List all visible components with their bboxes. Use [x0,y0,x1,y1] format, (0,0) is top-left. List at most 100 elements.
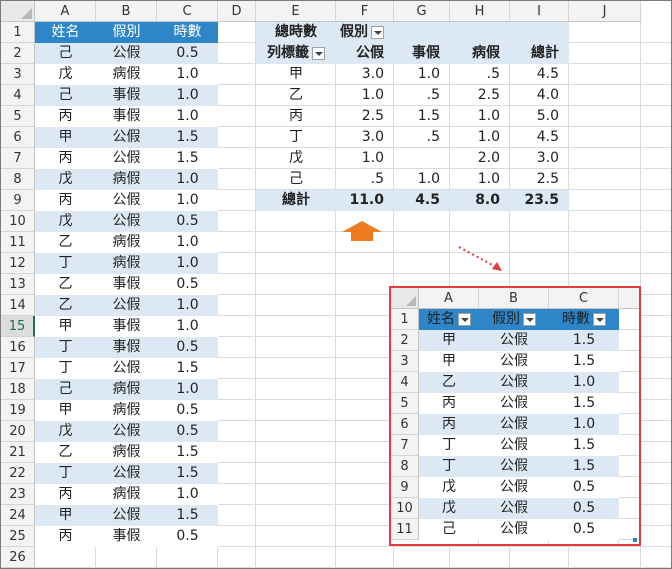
pivot-column-header[interactable]: 事假 [394,43,450,64]
inner-table-data-cell[interactable]: 1.5 [549,435,619,456]
source-data-cell[interactable]: 公假 [96,148,157,169]
source-data-cell[interactable]: 己 [35,85,96,106]
source-data-cell[interactable]: 事假 [96,274,157,295]
row-header-2[interactable]: 2 [1,43,35,64]
inner-table-data-cell[interactable]: 公假 [479,519,549,540]
source-header-cell[interactable]: 姓名 [35,22,96,43]
inner-table-data-cell[interactable]: 丁 [419,435,479,456]
source-data-cell[interactable]: 丙 [35,106,96,127]
source-data-cell[interactable]: 事假 [96,85,157,106]
source-data-cell[interactable]: 1.5 [157,463,218,484]
source-data-cell[interactable]: 0.5 [157,337,218,358]
row-header-5[interactable]: 5 [1,106,35,127]
inner-row-header-5[interactable]: 5 [391,393,419,414]
source-data-cell[interactable]: 丁 [35,358,96,379]
source-data-cell[interactable]: 甲 [35,316,96,337]
pivot-column-header[interactable]: 病假 [450,43,510,64]
pivot-value-cell[interactable]: 2.5 [450,85,510,106]
source-data-cell[interactable]: 己 [35,379,96,400]
pivot-row-label[interactable]: 丙 [256,106,336,127]
pivot-row-label[interactable]: 戊 [256,148,336,169]
pivot-row-field[interactable]: 列標籤 [256,43,336,64]
source-data-cell[interactable]: 病假 [96,64,157,85]
pivot-row-label[interactable]: 甲 [256,64,336,85]
row-header-19[interactable]: 19 [1,400,35,421]
inner-table-data-cell[interactable]: 0.5 [549,477,619,498]
source-data-cell[interactable]: 甲 [35,127,96,148]
pivot-value-cell[interactable]: 1.0 [394,64,450,85]
source-data-cell[interactable]: 0.5 [157,400,218,421]
source-data-cell[interactable]: 1.0 [157,190,218,211]
inner-column-header-a[interactable]: A [419,288,479,309]
pivot-value-cell[interactable]: 1.0 [336,85,394,106]
source-data-cell[interactable]: 病假 [96,400,157,421]
inner-table-data-cell[interactable]: 戊 [419,477,479,498]
inner-table-data-cell[interactable]: 丙 [419,414,479,435]
pivot-value-cell[interactable]: 1.0 [450,106,510,127]
source-data-cell[interactable]: 丁 [35,463,96,484]
column-header-d[interactable]: D [218,1,256,22]
source-data-cell[interactable]: 1.0 [157,295,218,316]
row-header-4[interactable]: 4 [1,85,35,106]
source-data-cell[interactable]: 0.5 [157,274,218,295]
source-data-cell[interactable]: 公假 [96,421,157,442]
inner-table-data-cell[interactable]: 1.5 [549,351,619,372]
inner-table-data-cell[interactable]: 1.5 [549,393,619,414]
inner-row-header-3[interactable]: 3 [391,351,419,372]
inner-row-header-10[interactable]: 10 [391,498,419,519]
pivot-value-cell[interactable]: 1.0 [450,127,510,148]
source-data-cell[interactable]: 1.5 [157,358,218,379]
row-header-21[interactable]: 21 [1,442,35,463]
source-header-cell[interactable]: 假別 [96,22,157,43]
inner-table-header-cell[interactable]: 假別 [479,309,549,330]
source-data-cell[interactable]: 公假 [96,358,157,379]
source-data-cell[interactable]: 戊 [35,64,96,85]
column-header-a[interactable]: A [35,1,96,22]
source-data-cell[interactable]: 公假 [96,190,157,211]
resize-handle[interactable] [633,538,637,542]
source-data-cell[interactable]: 病假 [96,253,157,274]
inner-table-data-cell[interactable]: 公假 [479,351,549,372]
source-data-cell[interactable]: 公假 [96,43,157,64]
source-data-cell[interactable]: 戊 [35,421,96,442]
row-header-24[interactable]: 24 [1,505,35,526]
pivot-grand-total-label[interactable]: 總計 [256,190,336,211]
pivot-value-cell[interactable]: 4.5 [510,64,569,85]
row-header-16[interactable]: 16 [1,337,35,358]
pivot-grand-total-cell[interactable]: 11.0 [336,190,394,211]
source-data-cell[interactable]: 1.5 [157,127,218,148]
pivot-row-label[interactable]: 丁 [256,127,336,148]
inner-table-header-cell[interactable]: 姓名 [419,309,479,330]
pivot-column-header[interactable]: 公假 [336,43,394,64]
source-data-cell[interactable]: 丙 [35,484,96,505]
pivot-value-cell[interactable]: 2.5 [336,106,394,127]
filter-dropdown-icon[interactable] [523,312,536,326]
row-header-3[interactable]: 3 [1,64,35,85]
inner-column-header-b[interactable]: B [479,288,549,309]
row-header-13[interactable]: 13 [1,274,35,295]
inner-table-data-cell[interactable]: 0.5 [549,519,619,540]
row-header-22[interactable]: 22 [1,463,35,484]
inner-table-data-cell[interactable]: 公假 [479,393,549,414]
source-data-cell[interactable]: 丁 [35,337,96,358]
inner-row-header-1[interactable]: 1 [391,309,419,330]
filter-dropdown-icon[interactable] [458,312,471,326]
row-header-17[interactable]: 17 [1,358,35,379]
row-header-7[interactable]: 7 [1,148,35,169]
row-header-10[interactable]: 10 [1,211,35,232]
row-header-9[interactable]: 9 [1,190,35,211]
pivot-value-cell[interactable]: 2.0 [450,148,510,169]
source-data-cell[interactable]: 1.0 [157,232,218,253]
pivot-value-cell[interactable]: 1.5 [394,106,450,127]
pivot-value-cell[interactable]: 3.0 [336,127,394,148]
column-header-j[interactable]: J [569,1,641,22]
row-header-15[interactable]: 15 [1,316,35,337]
source-data-cell[interactable]: 0.5 [157,43,218,64]
source-header-cell[interactable]: 時數 [157,22,218,43]
source-data-cell[interactable]: 1.0 [157,106,218,127]
source-data-cell[interactable]: 事假 [96,316,157,337]
row-header-23[interactable]: 23 [1,484,35,505]
row-header-18[interactable]: 18 [1,379,35,400]
row-header-26[interactable]: 26 [1,547,35,568]
inner-table-data-cell[interactable]: 己 [419,519,479,540]
